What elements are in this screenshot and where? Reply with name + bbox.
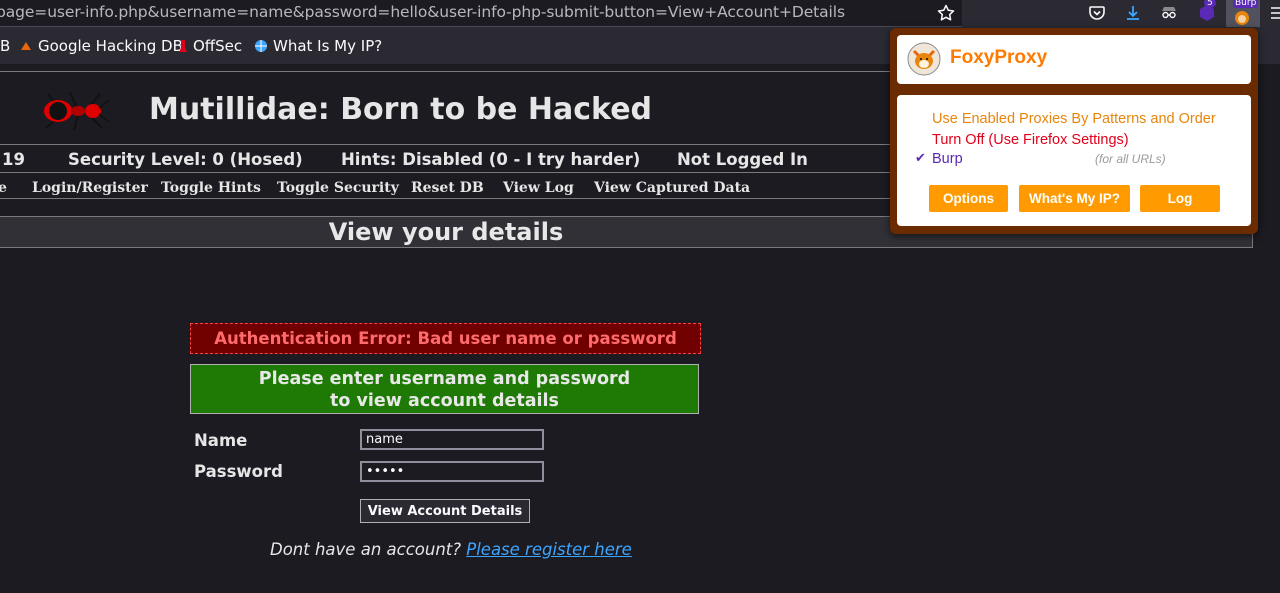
browser-toolbar: page=user-info.php&username=name&passwor…: [0, 0, 1280, 28]
register-prompt-text: Dont have an account?: [270, 540, 462, 559]
bookmark-google-hacking-db[interactable]: Google Hacking DB: [19, 37, 183, 55]
login-instructions-banner: Please enter username and password to vi…: [190, 364, 699, 414]
pocket-icon[interactable]: [1087, 3, 1107, 23]
register-link[interactable]: Please register here: [466, 540, 632, 559]
url-text[interactable]: page=user-info.php&username=name&passwor…: [0, 3, 845, 21]
log-button[interactable]: Log: [1140, 185, 1220, 212]
banner-line-2: to view account details: [330, 391, 559, 411]
username-input[interactable]: [360, 429, 544, 450]
password-input[interactable]: [360, 461, 544, 482]
foxyproxy-logo-icon: [907, 42, 941, 76]
hints-status-text: Hints: Disabled (0 - I try harder): [341, 150, 641, 169]
fox-icon: [1235, 11, 1249, 25]
menu-view-captured-data[interactable]: View Captured Data: [594, 180, 750, 196]
proxy-badge: Burp: [1233, 0, 1259, 8]
offsec-icon: [179, 40, 187, 52]
bookmark-label: What Is My IP?: [273, 37, 383, 55]
security-level-text: Security Level: 0 (Hosed): [68, 150, 303, 169]
page-title: View your details: [328, 218, 564, 246]
menu-toggle-hints[interactable]: Toggle Hints: [161, 180, 261, 196]
ant-logo-icon: [44, 91, 110, 131]
globe-icon: [255, 40, 267, 52]
extension-with-badge[interactable]: 5: [1196, 0, 1218, 24]
foxyproxy-header: FoxyProxy: [897, 35, 1251, 84]
banner-line-1: Please enter username and password: [258, 369, 631, 389]
downloads-icon[interactable]: [1123, 3, 1143, 23]
register-prompt: Dont have an account? Please register he…: [270, 540, 632, 559]
password-label: Password: [194, 462, 283, 481]
extension-count-badge: 5: [1204, 0, 1216, 8]
login-status-text: Not Logged In: [677, 150, 808, 169]
bookmark-label: B: [0, 37, 11, 55]
menu-home[interactable]: e: [0, 180, 7, 196]
bookmark-star-icon[interactable]: [936, 3, 956, 23]
bookmark-label: OffSec: [193, 37, 243, 55]
exploit-db-icon: [21, 42, 31, 50]
hamburger-menu-icon[interactable]: [1268, 3, 1280, 23]
version-text: 19: [2, 150, 25, 169]
bookmark-item[interactable]: B: [0, 37, 10, 55]
foxyproxy-popup: FoxyProxy Use Enabled Proxies By Pattern…: [890, 28, 1258, 234]
whats-my-ip-button[interactable]: What's My IP?: [1019, 185, 1130, 212]
foxyproxy-options: Use Enabled Proxies By Patterns and Orde…: [897, 95, 1251, 226]
spy-extension-icon[interactable]: [1159, 3, 1179, 23]
site-title: Mutillidae: Born to be Hacked: [149, 92, 653, 127]
option-patterns[interactable]: Use Enabled Proxies By Patterns and Orde…: [932, 111, 1216, 127]
view-account-details-button[interactable]: View Account Details: [360, 499, 530, 523]
bookmark-label: Google Hacking DB: [38, 37, 183, 55]
foxyproxy-toolbar-button[interactable]: Burp: [1226, 0, 1260, 27]
foxyproxy-title: FoxyProxy: [950, 47, 1048, 68]
option-burp-note: (for all URLs): [1095, 152, 1166, 166]
option-burp[interactable]: Burp: [932, 151, 963, 167]
bookmark-offsec[interactable]: OffSec: [178, 37, 242, 55]
option-turn-off[interactable]: Turn Off (Use Firefox Settings): [932, 132, 1129, 148]
menu-view-log[interactable]: View Log: [503, 180, 574, 196]
menu-login-register[interactable]: Login/Register: [32, 180, 148, 196]
url-bar[interactable]: page=user-info.php&username=name&passwor…: [0, 0, 962, 27]
auth-error-message: Authentication Error: Bad user name or p…: [190, 323, 701, 354]
menu-toggle-security[interactable]: Toggle Security: [277, 180, 399, 196]
name-label: Name: [194, 431, 248, 450]
menu-reset-db[interactable]: Reset DB: [411, 180, 484, 196]
options-button[interactable]: Options: [929, 185, 1008, 212]
selected-check-icon: ✔: [915, 150, 926, 165]
bookmark-what-is-my-ip[interactable]: What Is My IP?: [254, 37, 382, 55]
